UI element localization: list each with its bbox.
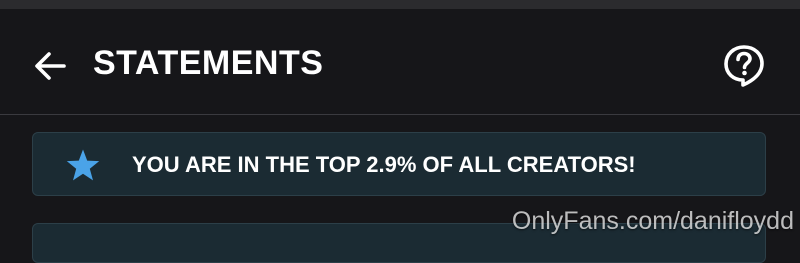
top-creator-banner: YOU ARE IN THE TOP 2.9% OF ALL CREATORS! [32,132,766,196]
watermark-text: OnlyFans.com/danifloydd [511,207,794,235]
banner-text: YOU ARE IN THE TOP 2.9% OF ALL CREATORS! [132,152,636,177]
status-bar [0,0,800,9]
top-app-bar: STATEMENTS [0,9,800,114]
header-divider [0,114,800,115]
question-bubble-icon [724,45,764,87]
star-icon [66,149,100,181]
page-title: STATEMENTS [93,44,324,82]
arrow-left-icon [35,52,66,80]
back-button[interactable] [28,44,72,88]
help-button[interactable] [721,42,767,88]
